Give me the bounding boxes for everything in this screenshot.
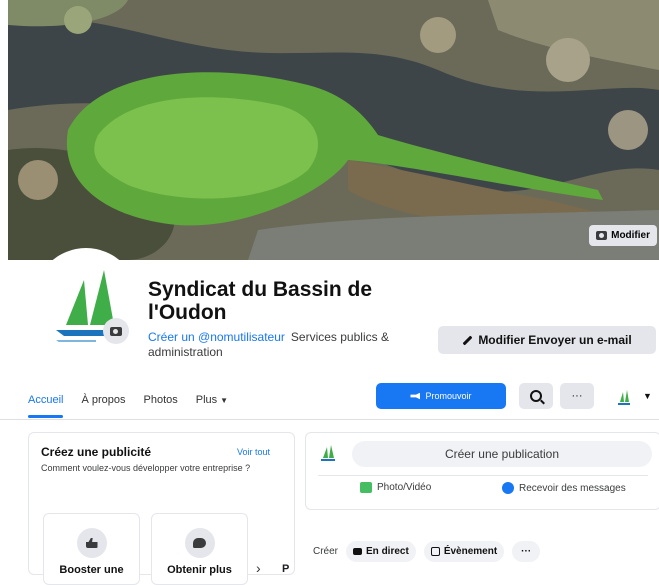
search-button[interactable] [519,383,553,409]
cover-image [8,0,659,260]
photo-video-button[interactable]: Photo/Vidéo [360,482,431,493]
megaphone-icon [410,392,421,400]
edit-send-email-label: Modifier Envoyer un e-mail [478,333,632,347]
promote-button[interactable]: Promouvoir [376,383,506,409]
camera-icon [110,326,122,336]
edit-cover-label: Modifier [611,230,650,241]
see-all-link[interactable]: Voir tout [237,447,270,457]
event-label: Évènement [443,545,498,557]
header-divider [0,419,659,420]
live-button[interactable]: En direct [346,540,416,562]
more-icon: ··· [571,390,583,402]
page-title: Syndicat du Bassin de l'Oudon [148,278,373,324]
photo-icon [360,482,372,493]
create-ad-card: Créez une publicité Voir tout Comment vo… [28,432,295,585]
pencil-icon [462,335,473,345]
video-camera-icon [353,547,363,555]
tab-accueil[interactable]: Accueil [28,388,64,418]
boost-option[interactable]: Booster une [43,513,140,585]
receive-messages-label: Recevoir des messages [519,482,626,494]
create-username-link[interactable]: Créer un @nomutilisateur [148,330,285,344]
tab-a-propos[interactable]: À propos [81,388,125,412]
live-label: En direct [366,545,409,557]
boost-option-label: Booster une [59,564,124,576]
chat-icon [184,528,215,558]
chevron-down-icon: ▼ [220,396,229,405]
create-row: Créer En direct Évènement ··· [305,538,659,564]
create-post-input[interactable]: Créer une publication [352,441,652,467]
photo-video-label: Photo/Vidéo [377,482,432,493]
get-more-option[interactable]: Obtenir plus [151,513,248,585]
receive-messages-button[interactable]: Recevoir des messages [502,482,626,494]
create-ad-title: Créez une publicité [41,445,152,459]
edit-cover-button[interactable]: Modifier [589,225,657,246]
create-ad-description: Comment voulez-vous développer votre ent… [41,463,251,473]
page-meta: Créer un @nomutilisateur Services publics… [148,330,428,360]
cover-photo[interactable]: Modifier [8,0,659,260]
promote-label: Promouvoir [425,391,472,401]
thumbs-up-icon [76,528,107,558]
get-more-option-label: Obtenir plus [167,564,232,576]
next-option-label: P [282,563,290,575]
event-button[interactable]: Évènement [423,540,505,562]
page-switch-avatar[interactable] [615,388,633,406]
camera-icon [596,231,608,240]
messenger-icon [502,482,514,494]
tab-plus[interactable]: Plus ▼ [196,388,228,412]
more-options-button[interactable]: ··· [560,383,594,409]
chevron-right-icon[interactable]: › [256,560,261,576]
chevron-down-icon[interactable]: ▼ [643,391,652,401]
search-icon [530,390,542,402]
create-label: Créer [313,545,339,557]
page-avatar-small [321,445,335,461]
composer-divider [318,475,648,476]
composer-card: Créer une publication Photo/Vidéo Recevo… [305,432,659,510]
calendar-icon [430,546,440,556]
tab-plus-label: Plus [195,394,218,406]
more-create-options-button[interactable]: ··· [512,540,541,562]
page-tabs: Accueil À propos Photos Plus ▼ [28,384,228,418]
tab-photos[interactable]: Photos [144,388,178,412]
edit-send-email-button[interactable]: Modifier Envoyer un e-mail [438,326,656,354]
change-avatar-button[interactable] [103,318,129,344]
